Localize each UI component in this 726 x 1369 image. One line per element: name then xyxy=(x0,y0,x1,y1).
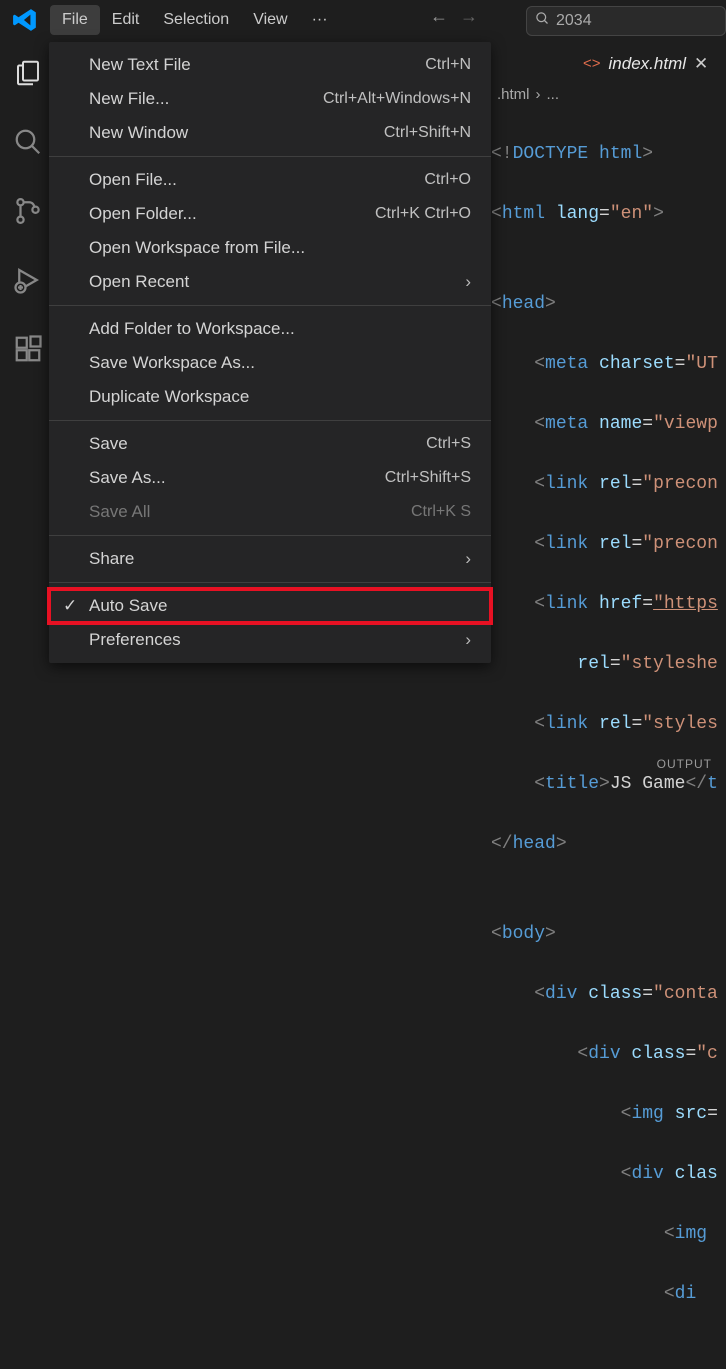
separator xyxy=(49,305,491,306)
menu-open-workspace[interactable]: Open Workspace from File... xyxy=(49,231,491,265)
menu-save-all: Save All Ctrl+K S xyxy=(49,495,491,529)
search-icon[interactable] xyxy=(13,127,43,162)
menu-open-recent[interactable]: Open Recent › xyxy=(49,265,491,299)
label: Save As... xyxy=(89,468,166,488)
label: Save xyxy=(89,434,128,454)
label: Preferences xyxy=(89,630,181,650)
label: Save Workspace As... xyxy=(89,353,255,373)
editor-area: <> index.html ✕ .html › ... <!DOCTYPE ht… xyxy=(491,40,726,777)
label: Save All xyxy=(89,502,150,522)
label: Add Folder to Workspace... xyxy=(89,319,295,339)
label: Open Workspace from File... xyxy=(89,238,305,258)
tab-label: index.html xyxy=(609,54,686,74)
title-center-controls: ← → xyxy=(430,6,478,27)
source-control-icon[interactable] xyxy=(13,196,43,231)
shortcut: Ctrl+S xyxy=(426,435,471,453)
breadcrumb-seg: .html xyxy=(497,86,530,103)
chevron-right-icon: › xyxy=(465,630,471,650)
shortcut: Ctrl+O xyxy=(424,171,471,189)
chevron-right-icon: › xyxy=(465,272,471,292)
separator xyxy=(49,535,491,536)
vscode-icon xyxy=(0,7,50,33)
label: Auto Save xyxy=(89,596,167,616)
label: Open File... xyxy=(89,170,177,190)
menu-save[interactable]: Save Ctrl+S xyxy=(49,427,491,461)
separator xyxy=(49,582,491,583)
nav-back-icon[interactable]: ← xyxy=(430,6,448,27)
menu-auto-save[interactable]: ✓ Auto Save xyxy=(49,589,491,623)
breadcrumb-seg: ... xyxy=(547,86,560,103)
file-menu-dropdown: New Text File Ctrl+N New File... Ctrl+Al… xyxy=(49,42,491,663)
menu-open-file[interactable]: Open File... Ctrl+O xyxy=(49,163,491,197)
menu-file[interactable]: File xyxy=(50,5,100,35)
menu-new-window[interactable]: New Window Ctrl+Shift+N xyxy=(49,116,491,150)
shortcut: Ctrl+K S xyxy=(411,503,471,521)
breadcrumb[interactable]: .html › ... xyxy=(491,86,726,103)
close-icon[interactable]: ✕ xyxy=(694,54,708,74)
menu-add-folder[interactable]: Add Folder to Workspace... xyxy=(49,312,491,346)
menu-new-file[interactable]: New File... Ctrl+Alt+Windows+N xyxy=(49,82,491,116)
separator xyxy=(49,420,491,421)
shortcut: Ctrl+Shift+S xyxy=(385,469,471,487)
chevron-right-icon: › xyxy=(536,86,541,103)
activity-bar xyxy=(0,40,55,777)
shortcut: Ctrl+Alt+Windows+N xyxy=(323,90,471,108)
menu-preferences[interactable]: Preferences › xyxy=(49,623,491,657)
shortcut: Ctrl+Shift+N xyxy=(384,124,471,142)
search-text: 2034 xyxy=(556,12,592,30)
menu-open-folder[interactable]: Open Folder... Ctrl+K Ctrl+O xyxy=(49,197,491,231)
panel-tabs: OUTPUT xyxy=(643,751,726,777)
label: Open Folder... xyxy=(89,204,197,224)
label: Open Recent xyxy=(89,272,189,292)
separator xyxy=(49,156,491,157)
menu-save-workspace-as[interactable]: Save Workspace As... xyxy=(49,346,491,380)
tab-row: <> index.html ✕ xyxy=(491,40,726,86)
html-file-icon: <> xyxy=(583,55,601,72)
run-debug-icon[interactable] xyxy=(13,265,43,300)
menu-share[interactable]: Share › xyxy=(49,542,491,576)
label: New Text File xyxy=(89,55,191,75)
menu-edit[interactable]: Edit xyxy=(100,5,152,35)
shortcut: Ctrl+N xyxy=(425,56,471,74)
label: Share xyxy=(89,549,134,569)
label: Duplicate Workspace xyxy=(89,387,249,407)
check-icon: ✓ xyxy=(63,596,77,616)
menu-overflow[interactable]: ··· xyxy=(300,5,340,35)
search-icon xyxy=(535,11,550,31)
tab-index-html[interactable]: <> index.html ✕ xyxy=(571,40,720,86)
shortcut: Ctrl+K Ctrl+O xyxy=(375,205,471,223)
panel-output[interactable]: OUTPUT xyxy=(657,757,712,771)
menu-new-text-file[interactable]: New Text File Ctrl+N xyxy=(49,48,491,82)
code-editor[interactable]: <!DOCTYPE html> <html lang="en"> <head> … xyxy=(491,103,726,1369)
extensions-icon[interactable] xyxy=(13,334,43,369)
menu-selection[interactable]: Selection xyxy=(151,5,241,35)
menu-duplicate-workspace[interactable]: Duplicate Workspace xyxy=(49,380,491,414)
menu-save-as[interactable]: Save As... Ctrl+Shift+S xyxy=(49,461,491,495)
command-center-search[interactable]: 2034 xyxy=(526,6,726,36)
nav-forward-icon[interactable]: → xyxy=(460,6,478,27)
chevron-right-icon: › xyxy=(465,549,471,569)
menu-view[interactable]: View xyxy=(241,5,299,35)
label: New Window xyxy=(89,123,188,143)
explorer-icon[interactable] xyxy=(13,58,43,93)
label: New File... xyxy=(89,89,169,109)
